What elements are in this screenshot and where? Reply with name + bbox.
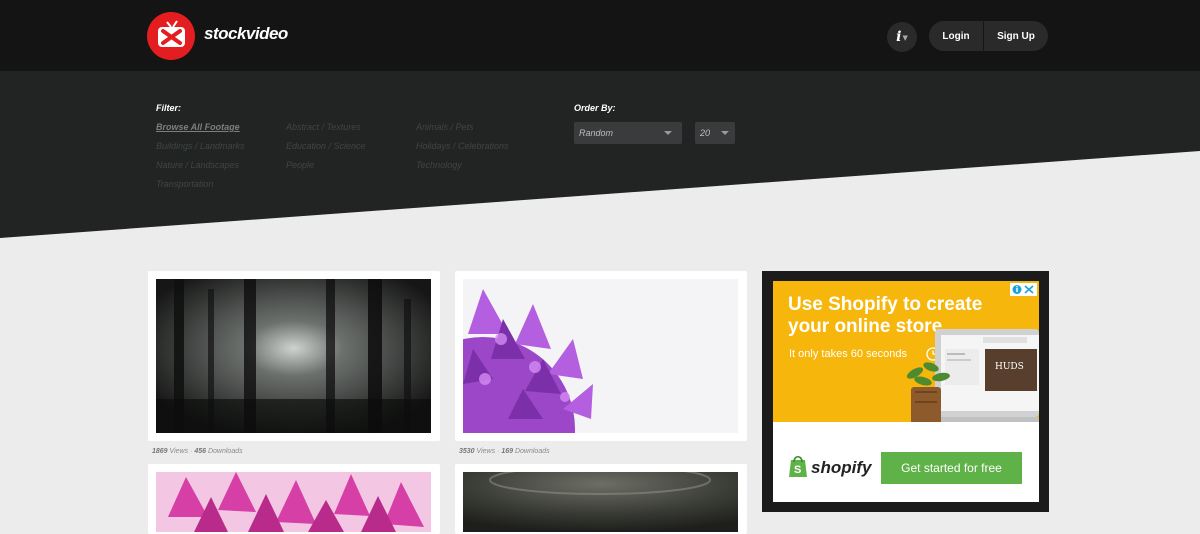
view-count: 3530 — [459, 448, 475, 455]
category-link-transportation[interactable]: Transportation — [156, 179, 213, 189]
video-stats: 3530 Views · 169 Downloads — [459, 448, 550, 455]
video-card[interactable] — [455, 271, 747, 441]
login-button[interactable]: Login — [929, 21, 984, 51]
category-link-technology[interactable]: Technology — [416, 160, 462, 170]
chevron-down-icon: ▼ — [902, 32, 908, 42]
signup-button[interactable]: Sign Up — [984, 21, 1048, 51]
stockvideo-logo-icon[interactable] — [147, 12, 195, 60]
video-stats: 1869 Views · 456 Downloads — [152, 448, 243, 455]
shopify-bag-icon: S — [789, 455, 807, 477]
video-card[interactable] — [148, 271, 440, 441]
top-navigation-bar: stockvideo i ▼ Login Sign Up — [0, 0, 1200, 71]
order-by-title: Order By: — [574, 103, 616, 113]
info-icon: i — [896, 29, 902, 45]
laptop-screen-text: HUDS — [995, 362, 1024, 372]
view-count: 1869 — [152, 448, 168, 455]
ad-subline: It only takes 60 seconds — [789, 348, 908, 360]
sort-order-value: Random — [579, 128, 614, 138]
video-thumbnail-pink-spikes[interactable] — [156, 472, 431, 532]
ad-choices-icon[interactable] — [1010, 283, 1037, 296]
video-thumbnail-dark-water[interactable] — [463, 472, 738, 532]
info-menu-button[interactable]: i ▼ — [887, 22, 917, 52]
chevron-down-icon — [664, 131, 672, 135]
category-link-people[interactable]: People — [286, 160, 314, 170]
svg-text:S: S — [794, 464, 801, 476]
get-started-button[interactable]: Get started for free — [881, 452, 1022, 484]
stats-separator: · — [190, 448, 193, 455]
category-link-holidays-celebrations[interactable]: Holidays / Celebrations — [416, 141, 509, 151]
dark-water-image — [463, 472, 738, 532]
views-label: Views — [476, 448, 496, 455]
dark-forest-image — [156, 279, 431, 433]
filter-title: Filter: — [156, 103, 182, 113]
download-count: 169 — [501, 448, 514, 455]
category-link-education-science[interactable]: Education / Science — [286, 141, 366, 151]
shopify-wordmark: shopify — [811, 458, 872, 477]
pink-spikes-image — [156, 472, 431, 532]
views-label: Views — [169, 448, 189, 455]
category-link-abstract-textures[interactable]: Abstract / Textures — [286, 122, 361, 132]
category-link-buildings-landmarks[interactable]: Buildings / Landmarks — [156, 141, 245, 151]
shopify-advertisement[interactable]: Use Shopify to create your online store … — [773, 281, 1039, 502]
download-count: 456 — [194, 448, 207, 455]
chevron-down-icon — [721, 131, 729, 135]
per-page-value: 20 — [700, 128, 711, 138]
downloads-label: Downloads — [514, 448, 550, 455]
purple-spikes-image — [463, 289, 593, 433]
filter-panel: Filter: Browse All Footage Abstract / Te… — [0, 71, 1200, 238]
downloads-label: Downloads — [207, 448, 243, 455]
potted-plant-illustration — [906, 362, 950, 427]
category-link-browse-all[interactable]: Browse All Footage — [156, 122, 240, 132]
stats-separator: · — [497, 448, 500, 455]
category-link-animals-pets[interactable]: Animals / Pets — [416, 122, 474, 132]
brand-name[interactable]: stockvideo — [204, 24, 288, 44]
per-page-select[interactable]: 20 — [695, 122, 735, 144]
video-thumbnail-dark-forest[interactable] — [156, 279, 431, 433]
category-link-nature-landscapes[interactable]: Nature / Landscapes — [156, 160, 239, 170]
video-thumbnail-purple-spikes[interactable] — [463, 279, 738, 433]
auth-button-group: Login Sign Up — [929, 21, 1048, 51]
sort-order-select[interactable]: Random — [574, 122, 682, 144]
